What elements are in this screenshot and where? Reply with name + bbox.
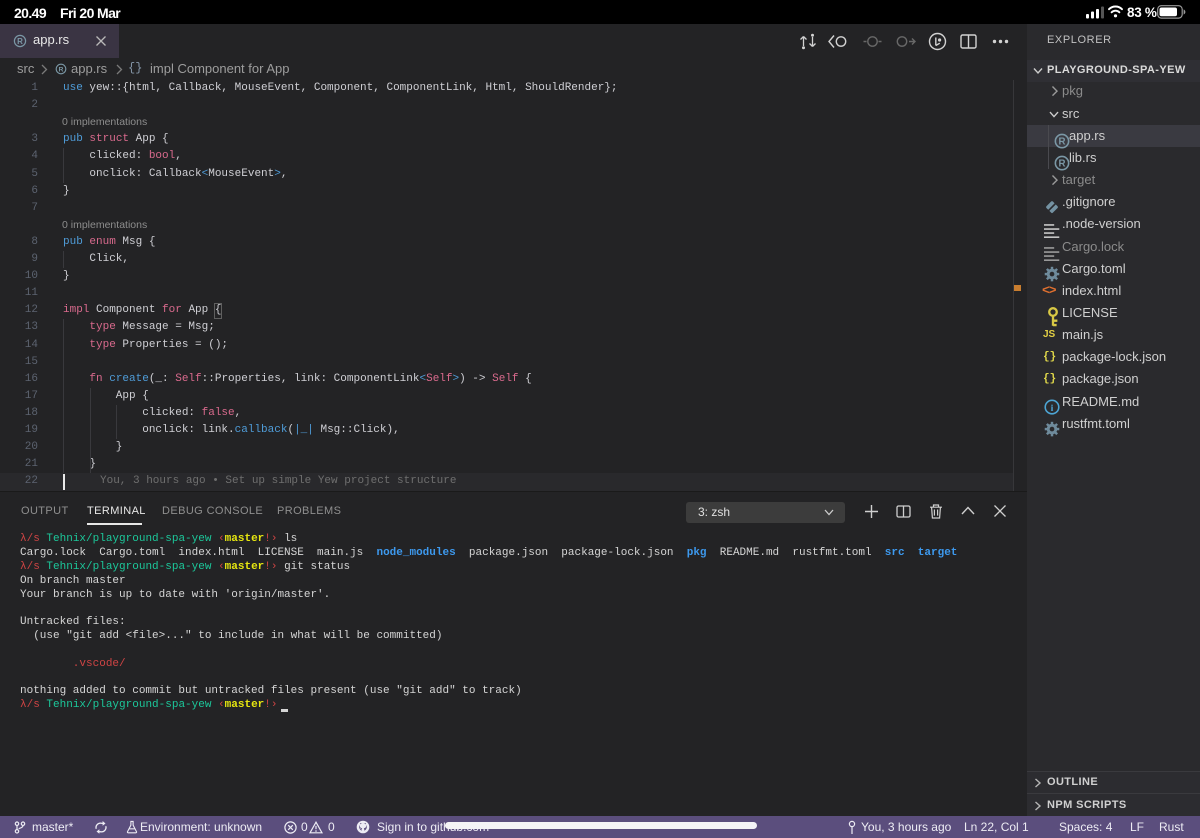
svg-text:R: R bbox=[17, 37, 23, 46]
svg-text:i: i bbox=[1051, 402, 1054, 413]
svg-text:R: R bbox=[1058, 159, 1065, 170]
svg-text:R: R bbox=[1058, 136, 1065, 147]
svg-text:R: R bbox=[59, 67, 64, 74]
